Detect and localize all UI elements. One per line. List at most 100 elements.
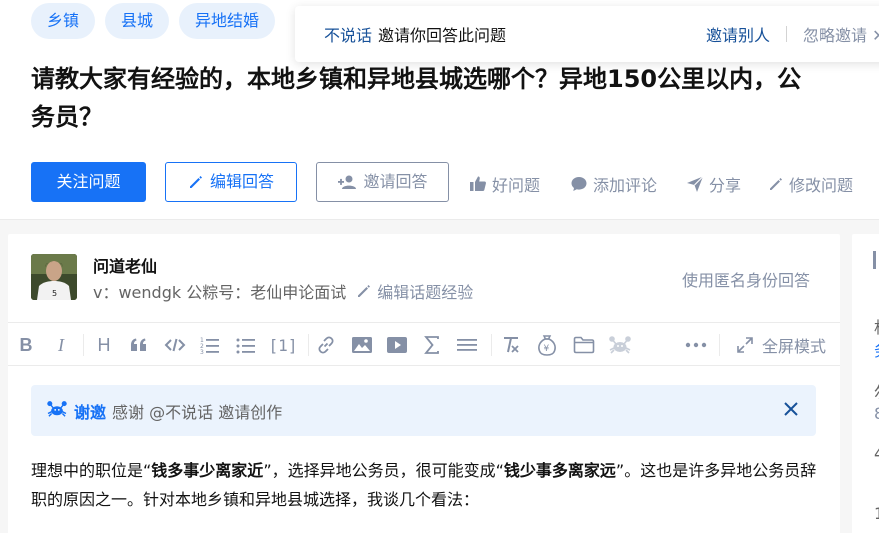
topic-tag-county[interactable]: 县城 — [105, 3, 170, 39]
close-icon: ✕ — [872, 26, 879, 45]
ordered-list-button[interactable]: 123 — [199, 333, 221, 357]
heading-button[interactable]: H — [94, 333, 114, 357]
invite-answer-label: 邀请回答 — [363, 172, 428, 191]
edit-answer-label: 编辑回答 — [209, 172, 274, 191]
comment-icon — [571, 177, 587, 191]
link-icon — [318, 336, 334, 354]
invite-answer-button[interactable]: 邀请回答 — [316, 162, 449, 202]
more-options-button[interactable] — [684, 333, 708, 357]
toolbar-divider — [83, 334, 84, 356]
divider-insert-button[interactable] — [455, 333, 479, 357]
thanks-invite-notice: 谢邀 感谢 @不说话 邀请创作 — [31, 385, 816, 436]
share-label: 分享 — [709, 176, 742, 195]
ignore-invitation-label: 忽略邀请 — [803, 26, 868, 45]
paper-plane-icon — [687, 176, 704, 192]
clear-format-button[interactable] — [500, 333, 522, 357]
ordered-list-icon: 123 — [200, 337, 219, 354]
clear-format-icon — [504, 337, 519, 353]
invitation-bar: 不说话 邀请你回答此问题 邀请别人 忽略邀请 ✕ — [295, 6, 879, 62]
question-actions: 关注问题 编辑回答 邀请回答 好问题 添加评论 分享 修改问题 — [31, 162, 853, 202]
folder-button[interactable] — [572, 333, 596, 357]
editor-toolbar: B I H 123 [1] ¥ 全屏模式 — [8, 322, 840, 366]
answer-text: 理想中的职位是“ — [31, 461, 152, 480]
thumbs-up-icon — [470, 176, 486, 191]
svg-text:3: 3 — [200, 349, 204, 354]
edit-topic-experience-label: 编辑话题经验 — [377, 283, 474, 302]
answer-bold-text: 钱多事少离家近 — [151, 461, 264, 480]
crab-icon — [609, 336, 631, 354]
folder-icon — [573, 336, 595, 354]
edit-question-button[interactable]: 修改问题 — [768, 172, 853, 196]
image-button[interactable] — [350, 333, 374, 357]
close-icon[interactable] — [783, 401, 799, 421]
code-icon — [164, 338, 186, 352]
follow-question-button[interactable]: 关注问题 — [31, 162, 146, 202]
bold-button[interactable]: B — [16, 333, 36, 357]
quote-icon — [131, 338, 146, 351]
edit-question-label: 修改问题 — [789, 176, 854, 195]
share-button[interactable]: 分享 — [686, 172, 741, 196]
add-comment-label: 添加评论 — [593, 176, 658, 195]
invite-others-link[interactable]: 邀请别人 — [706, 22, 770, 46]
divider — [786, 26, 787, 42]
quote-button[interactable] — [128, 333, 150, 357]
sidebar-text-fragment: 尔 — [874, 379, 879, 403]
video-icon — [387, 337, 407, 353]
topic-tag-town[interactable]: 乡镇 — [31, 3, 96, 39]
formula-button[interactable] — [422, 333, 442, 357]
answer-text: ”，选择异地公务员，很可能变成“ — [263, 461, 504, 480]
fullscreen-button[interactable]: 全屏模式 — [736, 333, 826, 357]
right-sidebar-card: 相 务 尔 8 4 1 — [852, 234, 879, 533]
sigma-icon — [424, 336, 439, 354]
crab-icon — [46, 400, 68, 422]
edit-answer-button[interactable]: 编辑回答 — [165, 162, 297, 202]
edit-topic-experience-button[interactable]: 编辑话题经验 — [356, 279, 473, 303]
answer-editor: 5 问道老仙 v：wendgk 公粽号：老仙申论面试 编辑话题经验 使用匿名身份… — [8, 234, 840, 533]
good-question-button[interactable]: 好问题 — [469, 172, 540, 196]
author-name[interactable]: 问道老仙 — [93, 253, 157, 277]
link-button[interactable] — [315, 333, 337, 357]
fullscreen-label: 全屏模式 — [762, 337, 827, 356]
add-user-icon — [338, 175, 357, 189]
thanks-title: 谢邀 — [74, 402, 107, 422]
pencil-icon — [770, 178, 782, 190]
italic-button[interactable]: I — [51, 333, 71, 357]
topic-tag-remote-marriage[interactable]: 异地结婚 — [179, 3, 276, 39]
more-icon — [685, 342, 707, 348]
add-comment-button[interactable]: 添加评论 — [570, 172, 657, 196]
good-question-label: 好问题 — [492, 176, 541, 195]
sidebar-text-fragment: 4 — [874, 444, 879, 463]
anonymous-answer-toggle[interactable]: 使用匿名身份回答 — [682, 267, 810, 291]
pencil-icon — [189, 176, 202, 188]
money-bag-icon: ¥ — [538, 335, 556, 356]
image-icon — [352, 337, 372, 353]
author-bio: v：wendgk 公粽号：老仙申论面试 编辑话题经验 — [93, 279, 473, 303]
video-button[interactable] — [385, 333, 409, 357]
sidebar-text-fragment[interactable]: 务 — [874, 337, 879, 361]
inviter-name[interactable]: 不说话 — [324, 22, 372, 46]
bullet-list-icon — [236, 338, 255, 354]
code-button[interactable] — [163, 333, 187, 357]
sidebar-text-fragment: 8 — [874, 404, 879, 423]
horizontal-rule-icon — [457, 339, 477, 351]
toolbar-divider — [719, 334, 720, 356]
answer-bold-text: 钱少事多离家远 — [503, 461, 616, 480]
bullet-list-button[interactable] — [235, 333, 257, 357]
answer-editor-content[interactable]: 理想中的职位是“钱多事少离家近”，选择异地公务员，很可能变成“钱少事多离家远”。… — [31, 456, 821, 514]
reference-button[interactable]: [1] — [269, 333, 298, 357]
topic-tags: 乡镇 县城 异地结婚 — [31, 3, 276, 39]
invitation-text: 邀请你回答此问题 — [378, 26, 507, 45]
author-bio-text: v：wendgk 公粽号：老仙申论面试 — [93, 283, 347, 302]
money-bag-button[interactable]: ¥ — [535, 333, 559, 357]
question-title: 请教大家有经验的，本地乡镇和异地县城选哪个？异地150公里以内，公务员？ — [31, 65, 802, 131]
avatar-image: 5 — [31, 254, 77, 300]
avatar-jersey-number: 5 — [52, 289, 57, 298]
ignore-invitation-link[interactable]: 忽略邀请 ✕ — [803, 22, 879, 46]
sidebar-heading-fragment — [873, 251, 876, 269]
pencil-icon — [358, 285, 371, 297]
sidebar-text-fragment: 相 — [874, 314, 879, 338]
crab-sticker-button[interactable] — [607, 333, 633, 357]
svg-text:¥: ¥ — [544, 344, 550, 354]
toolbar-divider — [308, 334, 309, 356]
toolbar-divider — [491, 334, 492, 356]
